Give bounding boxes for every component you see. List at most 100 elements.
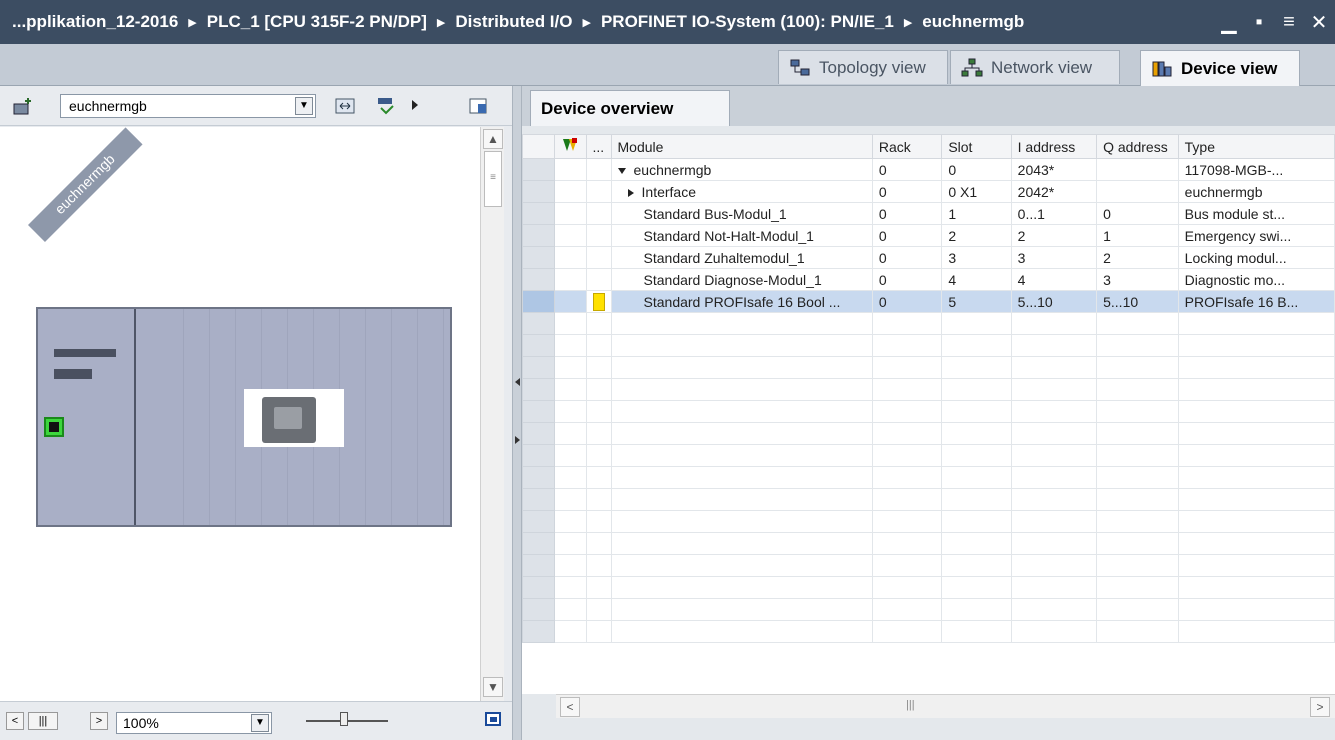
empty-cell[interactable] — [585, 620, 612, 643]
module-cell[interactable]: Standard Not-Halt-Modul_1 — [610, 224, 873, 247]
empty-table-row[interactable] — [522, 334, 1335, 357]
empty-cell[interactable] — [553, 312, 587, 335]
empty-cell[interactable] — [1096, 532, 1179, 555]
empty-table-row[interactable] — [522, 620, 1335, 643]
empty-table-row[interactable] — [522, 422, 1335, 445]
row-header[interactable] — [522, 180, 555, 203]
empty-cell[interactable] — [585, 488, 612, 511]
table-row[interactable]: Standard Bus-Modul_1 0 1 0...1 0 Bus mod… — [522, 202, 1335, 225]
breadcrumb-project[interactable]: ...pplikation_12-2016 — [12, 12, 178, 32]
empty-cell[interactable] — [871, 334, 943, 357]
empty-cell[interactable] — [553, 356, 587, 379]
row-header[interactable] — [522, 224, 555, 247]
device-canvas[interactable]: euchnermgb — [0, 127, 480, 701]
empty-cell[interactable] — [585, 466, 612, 489]
column-header-q-address[interactable]: Q address — [1096, 134, 1179, 159]
mgb-module-image[interactable] — [244, 389, 344, 447]
empty-cell[interactable] — [1096, 422, 1179, 445]
chevron-down-icon[interactable]: ▼ — [251, 714, 269, 732]
column-header-type[interactable]: Type — [1177, 134, 1335, 159]
row-header[interactable] — [522, 202, 555, 225]
empty-cell[interactable] — [1010, 532, 1098, 555]
module-cell[interactable]: Standard PROFIsafe 16 Bool ... — [610, 290, 873, 313]
tab-network-view[interactable]: Network view — [950, 50, 1120, 84]
module-cell[interactable]: euchnermgb — [610, 158, 873, 181]
empty-cell[interactable] — [1177, 312, 1335, 335]
empty-cell[interactable] — [610, 532, 873, 555]
empty-cell[interactable] — [585, 510, 612, 533]
vertical-scrollbar[interactable]: ▲ ≡ ▼ — [480, 127, 504, 701]
empty-cell[interactable] — [610, 378, 873, 401]
empty-cell[interactable] — [871, 620, 943, 643]
empty-cell[interactable] — [553, 598, 587, 621]
row-header[interactable] — [522, 378, 555, 401]
empty-cell[interactable] — [1177, 576, 1335, 599]
empty-cell[interactable] — [1177, 488, 1335, 511]
empty-cell[interactable] — [1010, 356, 1098, 379]
empty-cell[interactable] — [871, 378, 943, 401]
empty-cell[interactable] — [941, 620, 1012, 643]
empty-cell[interactable] — [871, 532, 943, 555]
empty-cell[interactable] — [941, 312, 1012, 335]
row-header[interactable] — [522, 400, 555, 423]
empty-cell[interactable] — [1010, 488, 1098, 511]
scroll-left-button[interactable]: < — [6, 712, 24, 730]
empty-cell[interactable] — [1010, 598, 1098, 621]
empty-cell[interactable] — [1010, 444, 1098, 467]
empty-cell[interactable] — [610, 422, 873, 445]
empty-cell[interactable] — [1010, 466, 1098, 489]
empty-cell[interactable] — [553, 334, 587, 357]
empty-cell[interactable] — [1177, 510, 1335, 533]
row-header[interactable] — [522, 356, 555, 379]
i-address-cell[interactable]: 0...1 — [1010, 202, 1098, 225]
empty-cell[interactable] — [1010, 576, 1098, 599]
empty-cell[interactable] — [871, 554, 943, 577]
module-cell[interactable]: Standard Diagnose-Modul_1 — [610, 268, 873, 291]
empty-cell[interactable] — [553, 620, 587, 643]
horizontal-scrollbar[interactable]: < ||| > — [556, 694, 1335, 718]
tab-topology-view[interactable]: Topology view — [778, 50, 948, 84]
empty-cell[interactable] — [1177, 532, 1335, 555]
empty-cell[interactable] — [610, 576, 873, 599]
empty-cell[interactable] — [1010, 422, 1098, 445]
hscroll-thumb[interactable]: ||| — [28, 712, 58, 730]
device-rack[interactable] — [36, 307, 452, 527]
empty-table-row[interactable] — [522, 488, 1335, 511]
empty-cell[interactable] — [941, 378, 1012, 401]
q-address-cell[interactable] — [1096, 180, 1179, 203]
empty-cell[interactable] — [585, 554, 612, 577]
row-header[interactable] — [522, 268, 555, 291]
empty-cell[interactable] — [1096, 356, 1179, 379]
empty-cell[interactable] — [553, 400, 587, 423]
empty-cell[interactable] — [871, 488, 943, 511]
empty-cell[interactable] — [1096, 378, 1179, 401]
empty-cell[interactable] — [553, 532, 587, 555]
empty-cell[interactable] — [553, 576, 587, 599]
row-header[interactable] — [522, 488, 555, 511]
empty-cell[interactable] — [585, 598, 612, 621]
empty-cell[interactable] — [1096, 444, 1179, 467]
empty-cell[interactable] — [1177, 400, 1335, 423]
overview-navigation-icon[interactable] — [484, 710, 506, 730]
scroll-thumb[interactable]: ≡ — [484, 151, 502, 207]
empty-cell[interactable] — [553, 422, 587, 445]
table-row[interactable]: Interface 0 0 X1 2042* euchnermgb — [522, 180, 1335, 203]
q-address-cell[interactable]: 5...10 — [1096, 290, 1179, 313]
row-header[interactable] — [522, 422, 555, 445]
row-header[interactable] — [522, 246, 555, 269]
empty-table-row[interactable] — [522, 378, 1335, 401]
empty-cell[interactable] — [1096, 400, 1179, 423]
i-address-cell[interactable]: 2043* — [1010, 158, 1098, 181]
empty-cell[interactable] — [1010, 312, 1098, 335]
empty-cell[interactable] — [1177, 356, 1335, 379]
minimize-button[interactable]: ▁ — [1219, 10, 1239, 35]
breadcrumb-device[interactable]: euchnermgb — [922, 12, 1024, 32]
empty-cell[interactable] — [1010, 334, 1098, 357]
row-header[interactable] — [522, 444, 555, 467]
column-header-i-address[interactable]: I address — [1010, 134, 1098, 159]
empty-cell[interactable] — [553, 378, 587, 401]
empty-cell[interactable] — [1010, 620, 1098, 643]
empty-cell[interactable] — [610, 488, 873, 511]
i-address-cell[interactable]: 4 — [1010, 268, 1098, 291]
profinet-port-icon[interactable] — [44, 417, 64, 437]
